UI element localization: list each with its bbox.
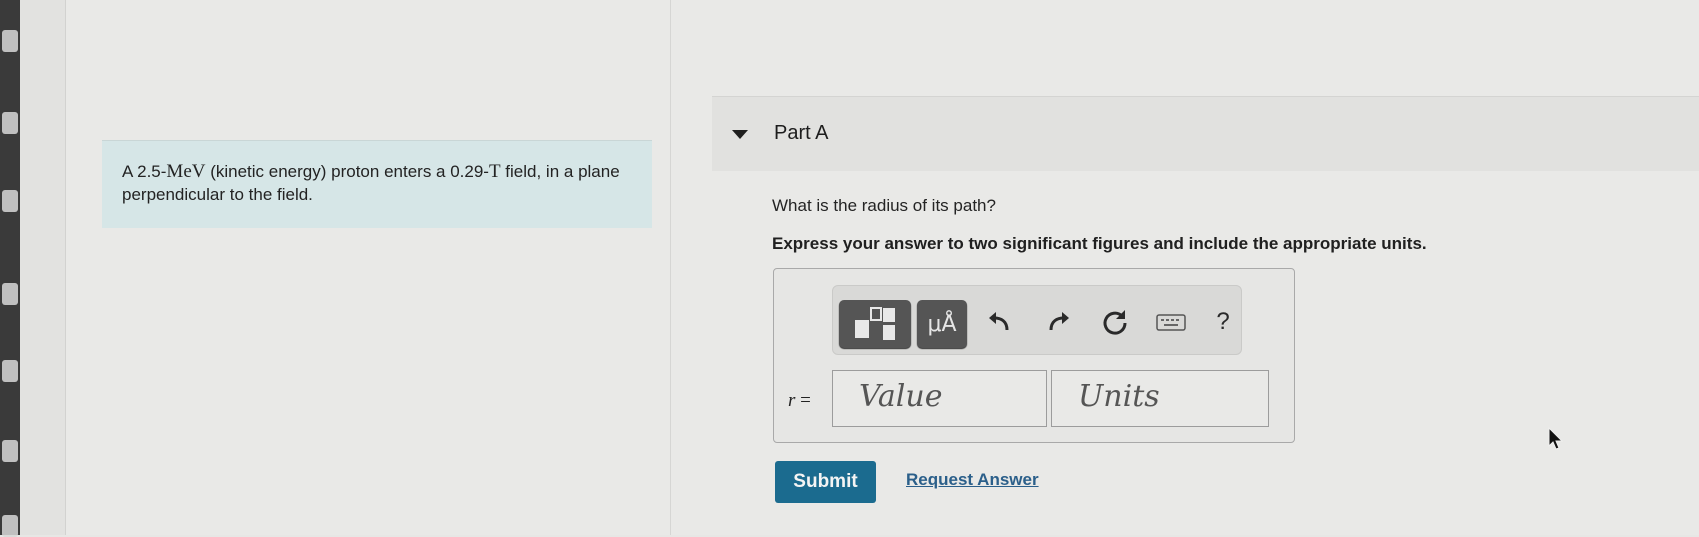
- reset-icon[interactable]: [1097, 304, 1133, 340]
- unit-mev: MeV: [166, 161, 206, 182]
- value-input[interactable]: Value: [832, 370, 1047, 427]
- left-edge-strip: [0, 0, 20, 537]
- keyboard-icon[interactable]: [1153, 304, 1189, 340]
- units-input[interactable]: Units: [1051, 370, 1269, 427]
- undo-icon[interactable]: [981, 304, 1017, 340]
- redo-icon[interactable]: [1041, 304, 1077, 340]
- problem-statement: A 2.5-MeV (kinetic energy) proton enters…: [102, 140, 652, 228]
- sidebar-app-icon[interactable]: [2, 360, 18, 382]
- column-divider: [65, 0, 66, 535]
- equals-sign: =: [795, 390, 811, 411]
- units-button[interactable]: μÅ: [917, 300, 967, 348]
- part-a-header[interactable]: Part A: [712, 96, 1699, 171]
- sidebar-app-icon[interactable]: [2, 30, 18, 52]
- panel-divider: [670, 0, 671, 535]
- sidebar-app-icon[interactable]: [2, 283, 18, 305]
- left-margin: [20, 0, 65, 535]
- math-toolbar: μÅ ?: [832, 285, 1242, 355]
- help-button[interactable]: ?: [1205, 304, 1241, 340]
- problem-text: A 2.5-: [122, 162, 167, 181]
- variable-label: r =: [788, 390, 811, 412]
- collapse-caret-icon[interactable]: [732, 130, 748, 139]
- request-answer-link[interactable]: Request Answer: [906, 470, 1039, 490]
- part-title: Part A: [774, 122, 829, 144]
- templates-icon: [839, 300, 911, 348]
- sidebar-app-icon[interactable]: [2, 440, 18, 462]
- mouse-cursor-icon: [1548, 427, 1564, 450]
- instruction-text: Express your answer to two significant f…: [772, 234, 1427, 253]
- sidebar-app-icon[interactable]: [2, 190, 18, 212]
- sidebar-app-icon[interactable]: [2, 112, 18, 134]
- templates-button[interactable]: [839, 300, 911, 348]
- question-text: What is the radius of its path?: [772, 196, 996, 215]
- answer-box: μÅ ? r = Value Units: [773, 268, 1295, 443]
- sidebar-app-icon[interactable]: [2, 515, 18, 537]
- problem-text: (kinetic energy) proton enters a 0.29-: [205, 162, 489, 181]
- units-label: μÅ: [927, 311, 957, 337]
- submit-button[interactable]: Submit: [775, 461, 876, 503]
- unit-tesla: T: [488, 161, 501, 182]
